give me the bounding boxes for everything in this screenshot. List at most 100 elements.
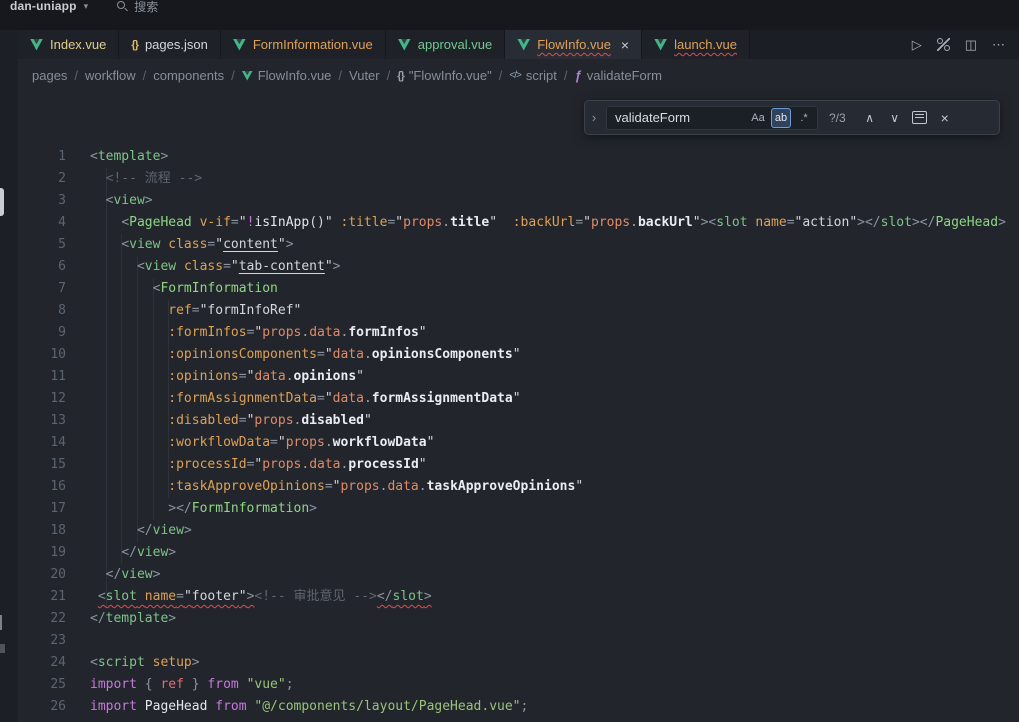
code-line[interactable]: 5 <view class="content"> bbox=[18, 234, 1019, 256]
tab-launch-vue[interactable]: launch.vue bbox=[642, 30, 750, 59]
breadcrumb: pages / workflow / components / FlowInfo… bbox=[18, 59, 1019, 92]
global-search-button[interactable]: 搜索 bbox=[116, 0, 158, 15]
code-line[interactable]: 25import { ref } from "vue"; bbox=[18, 674, 1019, 696]
code-line[interactable]: 11 :opinions="data.opinions" bbox=[18, 366, 1019, 388]
code-line[interactable]: 1<template> bbox=[18, 146, 1019, 168]
find-in-selection-button[interactable] bbox=[911, 108, 929, 128]
breadcrumb-separator: / bbox=[564, 68, 568, 83]
code-line[interactable]: 13 :disabled="props.disabled" bbox=[18, 410, 1019, 432]
search-label: 搜索 bbox=[134, 0, 158, 15]
code-line[interactable]: 3 <view> bbox=[18, 190, 1019, 212]
tab-flowinfo-vue[interactable]: FlowInfo.vue × bbox=[505, 30, 642, 59]
line-number: 22 bbox=[18, 608, 66, 630]
code-line[interactable]: 20 </view> bbox=[18, 564, 1019, 586]
code-line[interactable]: 4 <PageHead v-if="!isInApp()" :title="pr… bbox=[18, 212, 1019, 234]
line-number: 3 bbox=[18, 190, 66, 212]
vue-file-icon bbox=[30, 39, 43, 51]
line-number: 1 bbox=[18, 146, 66, 168]
line-number: 12 bbox=[18, 388, 66, 410]
vue-file-icon bbox=[398, 39, 411, 51]
run-debug-icon[interactable] bbox=[937, 38, 950, 51]
whole-word-toggle[interactable]: ab bbox=[771, 108, 791, 128]
code-line[interactable]: 8 ref="formInfoRef" bbox=[18, 300, 1019, 322]
match-case-toggle[interactable]: Aa bbox=[748, 108, 768, 128]
tab-forminformation-vue[interactable]: FormInformation.vue bbox=[221, 30, 386, 59]
breadcrumb-label: pages bbox=[32, 68, 67, 83]
code-editor[interactable]: 1<template>2 <!-- 流程 -->3 <view>4 <PageH… bbox=[18, 92, 1019, 722]
breadcrumb-separator: / bbox=[74, 68, 78, 83]
find-match-count: ?/3 bbox=[829, 111, 846, 125]
code-line[interactable]: 2 <!-- 流程 --> bbox=[18, 168, 1019, 190]
json-file-icon: {} bbox=[131, 39, 138, 51]
breadcrumb-item-file[interactable]: FlowInfo.vue bbox=[242, 68, 332, 83]
breadcrumb-item-vuter[interactable]: Vuter bbox=[349, 68, 380, 83]
code-line[interactable]: 17 ></FormInformation> bbox=[18, 498, 1019, 520]
breadcrumb-item-pages[interactable]: pages bbox=[32, 68, 67, 83]
code-line[interactable]: 15 :processId="props.data.processId" bbox=[18, 454, 1019, 476]
breadcrumb-separator: / bbox=[143, 68, 147, 83]
line-number: 24 bbox=[18, 652, 66, 674]
close-icon[interactable]: × bbox=[621, 38, 629, 52]
tab-label: FormInformation.vue bbox=[253, 37, 373, 52]
find-widget: › validateForm Aa ab .* ?/3 ∧ ∨ × bbox=[584, 100, 1000, 135]
vscode-window: dan-uniapp ▾ 搜索 Index.vue {} pages.json … bbox=[0, 0, 1019, 722]
tab-pages-json[interactable]: {} pages.json bbox=[119, 30, 220, 59]
vue-file-icon bbox=[654, 39, 667, 51]
code-line[interactable]: 14 :workflowData="props.workflowData" bbox=[18, 432, 1019, 454]
breadcrumb-item-workflow[interactable]: workflow bbox=[85, 68, 136, 83]
close-find-button[interactable]: × bbox=[936, 108, 954, 128]
code-line[interactable]: 19 </view> bbox=[18, 542, 1019, 564]
breadcrumb-separator: / bbox=[499, 68, 503, 83]
breadcrumb-item-script[interactable]: </> script bbox=[509, 68, 557, 83]
breadcrumb-item-validateform[interactable]: ƒ validateForm bbox=[575, 68, 662, 83]
edge-artifact bbox=[0, 644, 5, 653]
code-line[interactable]: 26import PageHead from "@/components/lay… bbox=[18, 696, 1019, 718]
code-line[interactable]: 23 bbox=[18, 630, 1019, 652]
code-line[interactable]: 21 <slot name="footer"><!-- 审批意见 --></sl… bbox=[18, 586, 1019, 608]
tab-label: Index.vue bbox=[50, 37, 106, 52]
code-line[interactable]: 6 <view class="tab-content"> bbox=[18, 256, 1019, 278]
tab-label: pages.json bbox=[145, 37, 208, 52]
code-line[interactable]: 9 :formInfos="props.data.formInfos" bbox=[18, 322, 1019, 344]
run-file-button[interactable]: ▷ bbox=[912, 38, 922, 51]
code-line[interactable]: 24<script setup> bbox=[18, 652, 1019, 674]
find-input[interactable]: validateForm Aa ab .* bbox=[606, 106, 818, 130]
breadcrumb-item-components[interactable]: components bbox=[153, 68, 224, 83]
toggle-replace-icon[interactable]: › bbox=[589, 110, 599, 125]
method-symbol-icon: ƒ bbox=[575, 68, 582, 83]
line-number: 7 bbox=[18, 278, 66, 300]
split-editor-button[interactable]: ◫ bbox=[965, 38, 977, 51]
left-sidebar-strip bbox=[0, 30, 19, 722]
regex-toggle[interactable]: .* bbox=[794, 108, 814, 128]
breadcrumb-item-symbol-file[interactable]: {} "FlowInfo.vue" bbox=[397, 68, 492, 83]
code-line[interactable]: 10 :opinionsComponents="data.opinionsCom… bbox=[18, 344, 1019, 366]
line-number: 14 bbox=[18, 432, 66, 454]
code-line[interactable]: 18 </view> bbox=[18, 520, 1019, 542]
previous-match-button[interactable]: ∧ bbox=[861, 108, 879, 128]
breadcrumb-separator: / bbox=[231, 68, 235, 83]
line-number: 16 bbox=[18, 476, 66, 498]
breadcrumb-label: workflow bbox=[85, 68, 136, 83]
line-number: 23 bbox=[18, 630, 66, 652]
vue-file-icon bbox=[233, 39, 246, 51]
breadcrumb-label: validateForm bbox=[587, 68, 662, 83]
sidebar-drag-handle[interactable] bbox=[0, 188, 4, 216]
tab-label: FlowInfo.vue bbox=[537, 37, 611, 52]
code-line[interactable]: 7 <FormInformation bbox=[18, 278, 1019, 300]
line-number: 17 bbox=[18, 498, 66, 520]
line-number: 8 bbox=[18, 300, 66, 322]
line-number: 4 bbox=[18, 212, 66, 234]
code-line[interactable]: 22</template> bbox=[18, 608, 1019, 630]
tab-index-vue[interactable]: Index.vue bbox=[18, 30, 119, 59]
line-number: 18 bbox=[18, 520, 66, 542]
chevron-down-icon: ▾ bbox=[84, 1, 89, 12]
tab-approval-vue[interactable]: approval.vue bbox=[386, 30, 505, 59]
more-actions-button[interactable]: ⋯ bbox=[992, 38, 1005, 51]
vue-file-icon bbox=[242, 71, 253, 81]
code-symbol-icon: </> bbox=[509, 70, 520, 81]
code-line[interactable]: 12 :formAssignmentData="data.formAssignm… bbox=[18, 388, 1019, 410]
next-match-button[interactable]: ∨ bbox=[886, 108, 904, 128]
line-number: 9 bbox=[18, 322, 66, 344]
project-menu-button[interactable]: dan-uniapp ▾ bbox=[4, 0, 94, 13]
code-line[interactable]: 16 :taskApproveOpinions="props.data.task… bbox=[18, 476, 1019, 498]
